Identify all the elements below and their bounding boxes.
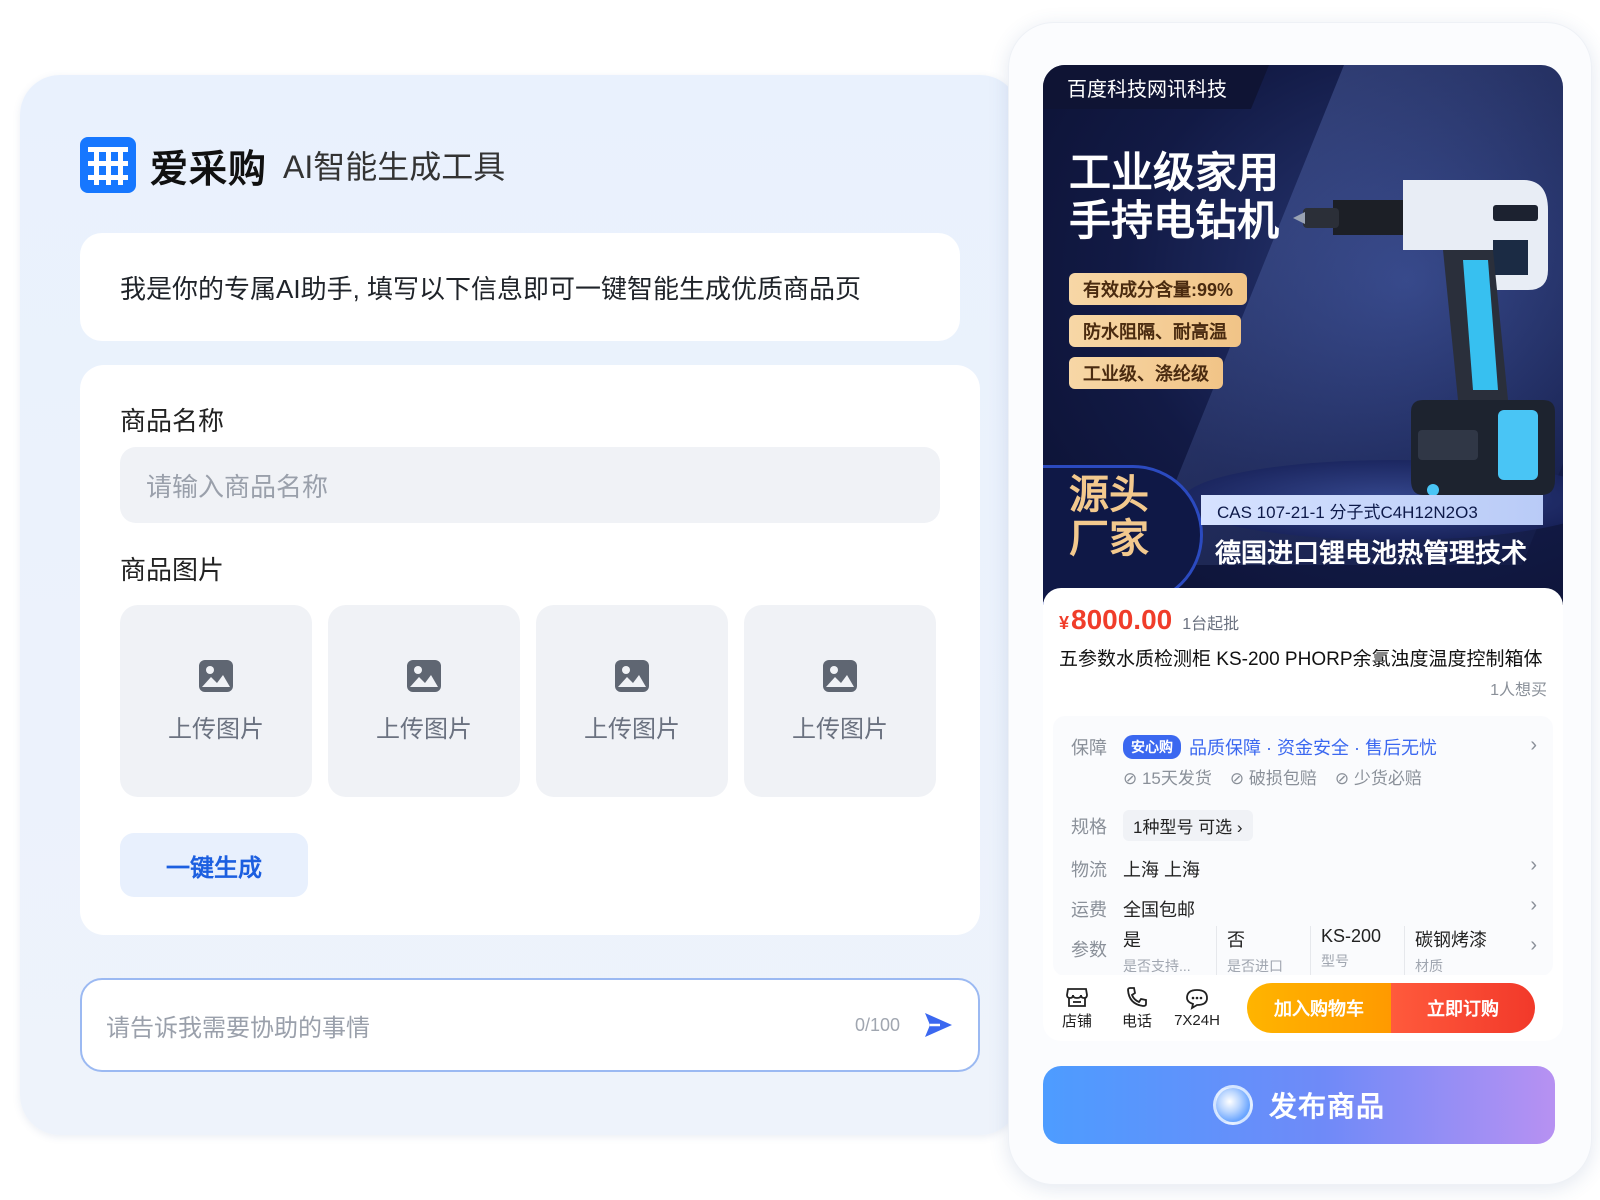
product-form: 商品名称 请输入商品名称 商品图片 上传图片 上传图片 上传图片 上传图片 一键… — [80, 365, 980, 935]
chat-placeholder: 请告诉我需要协助的事情 — [106, 1014, 370, 1042]
phone-button[interactable]: 电话 — [1107, 986, 1167, 1031]
product-info-card: ¥8000.00 1台起批 五参数水质检测柜 KS-200 PHORP余氯浊度温… — [1043, 588, 1563, 976]
brand-subtitle: AI智能生成工具 — [283, 149, 506, 185]
want-count: 1人想买 — [1490, 682, 1547, 699]
chat-input[interactable]: 请告诉我需要协助的事情 0/100 — [80, 978, 980, 1072]
brand-header: 爱采购 AI智能生成工具 — [80, 137, 505, 193]
upload-image-slot-2[interactable]: 上传图片 — [328, 605, 520, 797]
company-tag: 百度科技网讯科技 — [1043, 65, 1269, 109]
brand-name: 爱采购 — [150, 148, 268, 191]
ai-generator-panel: 爱采购 AI智能生成工具 我是你的专属AI助手, 填写以下信息即可一键智能生成优… — [20, 75, 1020, 1135]
cas-strip: CAS 107-21-1 分子式C4H12N2O3 — [1201, 495, 1543, 525]
publish-button[interactable]: 发布商品 — [1043, 1066, 1555, 1144]
product-image-label: 商品图片 — [120, 555, 225, 585]
spec-chip[interactable]: 1种型号 可选 › — [1123, 810, 1253, 841]
check-item: ⊘ 15天发货 — [1123, 769, 1212, 788]
param-item: 碳钢烤漆 材质 — [1415, 930, 1487, 974]
feature-pill: 工业级、涤纶级 — [1069, 357, 1223, 389]
product-banner: 百度科技网讯科技 工业级家用 手持电钻机 有效成分含量:99% 防水阻隔、耐高温… — [1043, 65, 1563, 605]
price: ¥8000.00 — [1059, 604, 1172, 636]
banner-title: 工业级家用 手持电钻机 — [1069, 149, 1279, 245]
image-icon — [615, 659, 649, 692]
currency-symbol: ¥ — [1059, 613, 1070, 633]
logistics-value: 上海 上海 — [1123, 860, 1201, 880]
bottom-action-bar: 店铺 电话 7X24H 加入购物车 立即订购 — [1043, 975, 1563, 1041]
publish-label: 发布商品 — [1268, 1091, 1385, 1122]
upload-label: 上传图片 — [376, 715, 472, 743]
feature-pill: 防水阻隔、耐高温 — [1069, 315, 1241, 347]
source-factory-text: 源头 厂家 — [1069, 473, 1149, 561]
chevron-right-icon[interactable]: › — [1530, 894, 1537, 917]
globe-icon — [1212, 1085, 1253, 1125]
detail-list: 保障 安心购 品质保障 · 资金安全 · 售后无忧 › ⊘ 15天发货 ⊘ 破损… — [1053, 716, 1553, 976]
action-label: 店铺 — [1061, 1012, 1092, 1030]
check-item: ⊘ 少货必赔 — [1334, 769, 1422, 788]
params-row-label: 参数 — [1071, 936, 1123, 962]
service-button[interactable]: 7X24H — [1167, 988, 1227, 1029]
price-row: ¥8000.00 1台起批 — [1059, 604, 1239, 636]
logistics-row[interactable]: 物流 上海 上海 — [1071, 856, 1200, 882]
spec-row[interactable]: 规格 1种型号 可选 › — [1071, 810, 1253, 841]
buy-now-button[interactable]: 立即订购 — [1391, 983, 1535, 1033]
char-counter: 0/100 — [854, 1014, 900, 1035]
upload-image-slot-1[interactable]: 上传图片 — [120, 605, 312, 797]
power-drill-image — [1293, 180, 1555, 496]
upload-label: 上传图片 — [584, 715, 680, 743]
action-label: 7X24H — [1174, 1011, 1220, 1029]
guarantee-text: 品质保障 · 资金安全 · 售后无忧 — [1189, 738, 1437, 758]
store-icon — [1066, 987, 1088, 1007]
shipping-value: 全国包邮 — [1123, 900, 1195, 920]
chevron-right-icon[interactable]: › — [1530, 734, 1537, 757]
guarantee-row[interactable]: 保障 安心购 品质保障 · 资金安全 · 售后无忧 — [1071, 734, 1437, 760]
banner-title-line1: 工业级家用 — [1069, 149, 1280, 196]
anxin-badge: 安心购 — [1123, 735, 1181, 759]
source-line1: 源头 — [1069, 473, 1149, 517]
chevron-right-icon[interactable]: › — [1530, 934, 1537, 957]
product-title: 五参数水质检测柜 KS-200 PHORP余氯浊度温度控制箱体 — [1059, 649, 1543, 670]
spec-label: 规格 — [1071, 816, 1107, 837]
source-line2: 厂家 — [1069, 517, 1149, 561]
guarantee-checks: ⊘ 15天发货 ⊘ 破损包赔 ⊘ 少货必赔 — [1123, 764, 1440, 789]
min-order: 1台起批 — [1182, 616, 1240, 633]
action-label: 电话 — [1121, 1012, 1152, 1030]
chevron-right-icon[interactable]: › — [1530, 854, 1537, 877]
chat-bubble-icon — [1186, 988, 1208, 1010]
price-value: 8000.00 — [1071, 604, 1173, 635]
upload-image-slot-3[interactable]: 上传图片 — [536, 605, 728, 797]
banner-title-line2: 手持电钻机 — [1069, 197, 1280, 244]
shipping-label: 运费 — [1071, 900, 1107, 920]
send-icon[interactable] — [922, 1009, 954, 1041]
phone-icon — [1127, 986, 1147, 1007]
param-item: KS-200 型号 — [1311, 926, 1405, 976]
upload-image-slot-4[interactable]: 上传图片 — [744, 605, 936, 797]
guarantee-label: 保障 — [1071, 738, 1107, 758]
add-to-cart-button[interactable]: 加入购物车 — [1247, 983, 1391, 1033]
param-item: 是是否支持... — [1123, 926, 1217, 976]
feature-pill: 有效成分含量:99% — [1069, 273, 1248, 305]
upload-label: 上传图片 — [168, 715, 264, 743]
shipping-row[interactable]: 运费 全国包邮 — [1071, 896, 1195, 922]
image-icon — [199, 659, 233, 692]
image-icon — [407, 659, 441, 692]
params-label: 参数 — [1071, 940, 1107, 960]
check-item: ⊘ 破损包赔 — [1229, 769, 1317, 788]
cai-logo-icon — [80, 137, 136, 193]
tech-tagline: 德国进口锂电池热管理技术 — [1215, 538, 1528, 568]
assistant-greeting: 我是你的专属AI助手, 填写以下信息即可一键智能生成优质商品页 — [80, 233, 960, 341]
upload-label: 上传图片 — [792, 715, 888, 743]
product-page-preview: 百度科技网讯科技 工业级家用 手持电钻机 有效成分含量:99% 防水阻隔、耐高温… — [1008, 22, 1592, 1185]
product-name-input[interactable]: 请输入商品名称 — [120, 447, 940, 523]
logistics-label: 物流 — [1071, 860, 1107, 880]
image-icon — [823, 659, 857, 692]
product-name-label: 商品名称 — [120, 406, 225, 436]
image-upload-list: 上传图片 上传图片 上传图片 上传图片 — [120, 605, 936, 797]
params-list[interactable]: 是是否支持... 否是否进口 KS-200 型号 碳钢烤漆 材质 — [1123, 926, 1499, 976]
generate-button[interactable]: 一键生成 — [120, 833, 308, 897]
store-button[interactable]: 店铺 — [1047, 986, 1107, 1031]
param-item: 否是否进口 — [1217, 926, 1311, 976]
